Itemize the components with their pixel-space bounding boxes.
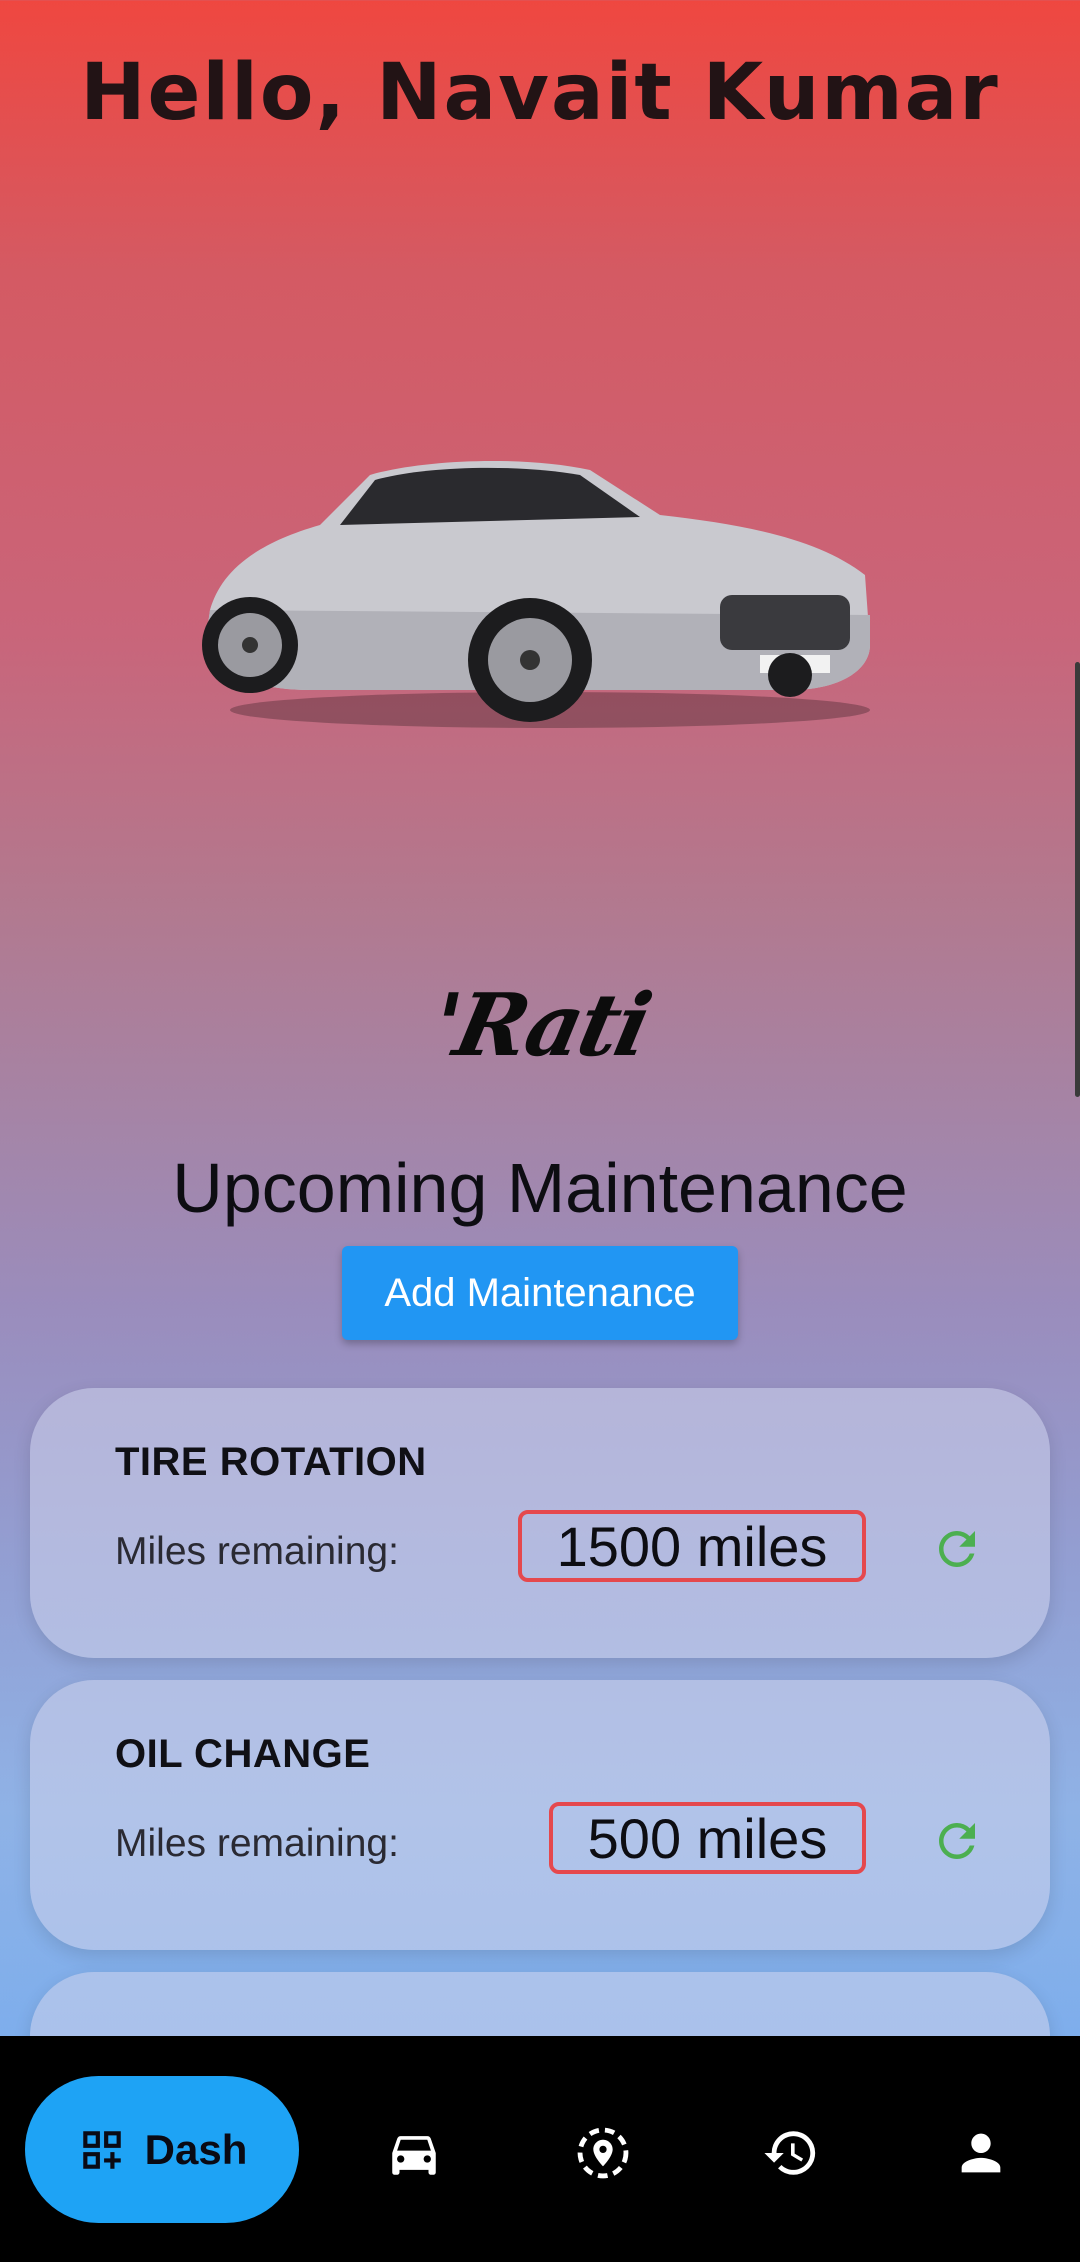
greeting-title: Hello, Navait Kumar <box>80 48 1000 138</box>
location-pin-icon <box>577 2127 629 2179</box>
nav-item-location[interactable] <box>574 2124 632 2182</box>
nav-item-profile[interactable] <box>952 2124 1010 2182</box>
maintenance-card-oil-change: OIL CHANGE Miles remaining: 500 miles <box>30 1680 1050 1950</box>
refresh-icon[interactable] <box>930 1814 984 1868</box>
maintenance-title: OIL CHANGE <box>115 1732 371 1776</box>
maintenance-card-tire-rotation: TIRE ROTATION Miles remaining: 1500 mile… <box>30 1388 1050 1658</box>
nav-item-car[interactable] <box>385 2124 443 2182</box>
miles-remaining-value: 500 miles <box>549 1802 866 1874</box>
nav-item-history[interactable] <box>762 2124 820 2182</box>
bottom-navigation: Dash <box>0 2036 1080 2262</box>
history-icon <box>764 2131 816 2175</box>
miles-remaining-value: 1500 miles <box>518 1510 866 1582</box>
miles-remaining-label: Miles remaining: <box>115 1530 399 1573</box>
miles-remaining-label: Miles remaining: <box>115 1822 399 1865</box>
car-icon <box>392 2136 436 2175</box>
section-title: Upcoming Maintenance <box>172 1149 908 1227</box>
refresh-icon[interactable] <box>930 1522 984 1576</box>
car-image <box>190 445 890 745</box>
nav-item-dash-label: Dash <box>144 2125 248 2173</box>
brand-logo: 'Rati <box>422 975 658 1076</box>
add-maintenance-button[interactable]: Add Maintenance <box>342 1246 738 1340</box>
nav-item-dash[interactable]: Dash <box>25 2076 299 2223</box>
profile-icon <box>961 2133 1001 2173</box>
scrollbar[interactable] <box>1075 662 1080 1097</box>
maintenance-title: TIRE ROTATION <box>115 1440 427 1484</box>
dashboard-add-icon <box>82 2130 121 2169</box>
